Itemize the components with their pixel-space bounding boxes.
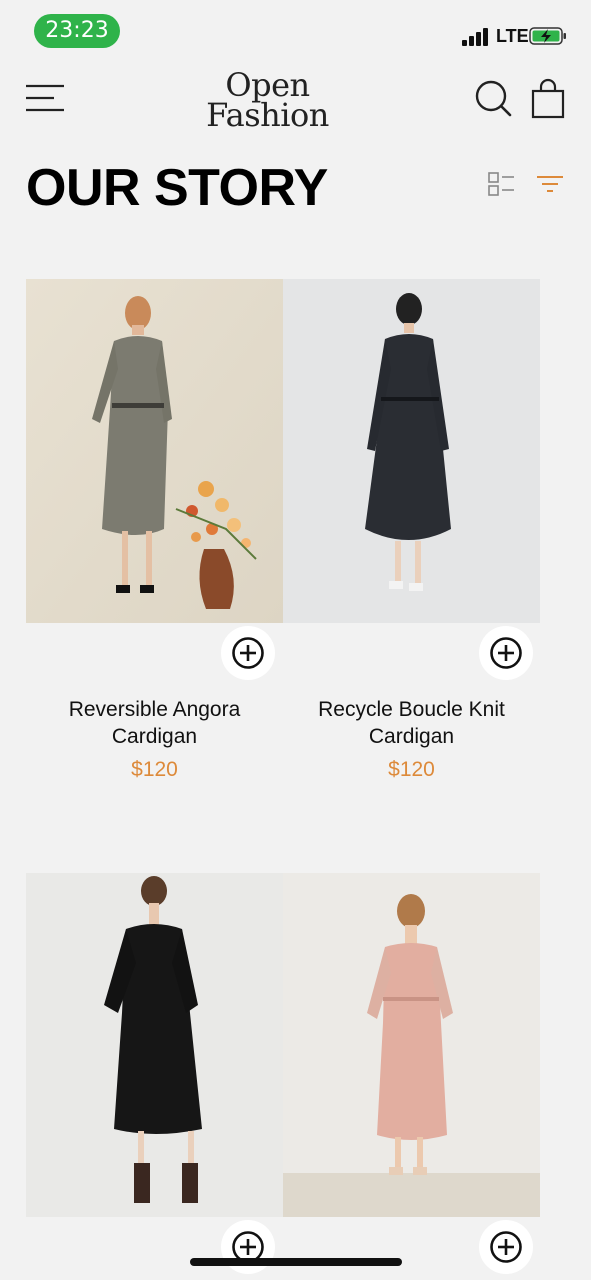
product-price: $120: [131, 758, 178, 781]
product-image[interactable]: [283, 873, 540, 1217]
status-bar: 23:23 LTE: [0, 0, 591, 60]
list-view-icon[interactable]: [486, 170, 516, 198]
product-name-line-2: Cardigan: [111, 725, 198, 748]
plus-circle-icon: [232, 637, 264, 669]
cellular-signal-icon: [462, 28, 492, 46]
product-name[interactable]: Recycle Boucle Knit Cardigan: [283, 696, 540, 750]
brand-logo[interactable]: Open Fashion: [195, 69, 340, 135]
home-indicator[interactable]: [190, 1258, 402, 1266]
product-name-line-1: Recycle Boucle Knit: [318, 698, 505, 721]
page-title: OUR STORY: [26, 159, 328, 217]
add-to-cart-button[interactable]: [221, 626, 275, 680]
product-name[interactable]: Reversible Angora Cardigan: [26, 696, 283, 750]
plus-circle-icon: [490, 1231, 522, 1263]
logo-line-2: Fashion: [206, 96, 329, 135]
product-image[interactable]: [26, 279, 283, 623]
battery-charging-icon: [529, 27, 566, 45]
plus-circle-icon: [490, 637, 522, 669]
screen: 23:23 LTE Open Fashion OUR STORY Reversi…: [0, 0, 591, 1280]
network-type: LTE: [496, 26, 529, 46]
product-name-line-1: Reversible Angora: [68, 698, 241, 721]
shopping-bag-icon[interactable]: [530, 78, 566, 120]
status-time: 23:23: [34, 14, 120, 48]
add-to-cart-button[interactable]: [479, 1220, 533, 1274]
filter-icon[interactable]: [536, 174, 564, 194]
search-icon[interactable]: [473, 78, 513, 118]
product-image[interactable]: [26, 873, 283, 1217]
hamburger-menu-icon[interactable]: [24, 82, 66, 114]
app-header: Open Fashion: [0, 60, 591, 150]
product-name-line-2: Cardigan: [368, 725, 455, 748]
product-price: $120: [388, 758, 435, 781]
product-image[interactable]: [283, 279, 540, 623]
add-to-cart-button[interactable]: [479, 626, 533, 680]
